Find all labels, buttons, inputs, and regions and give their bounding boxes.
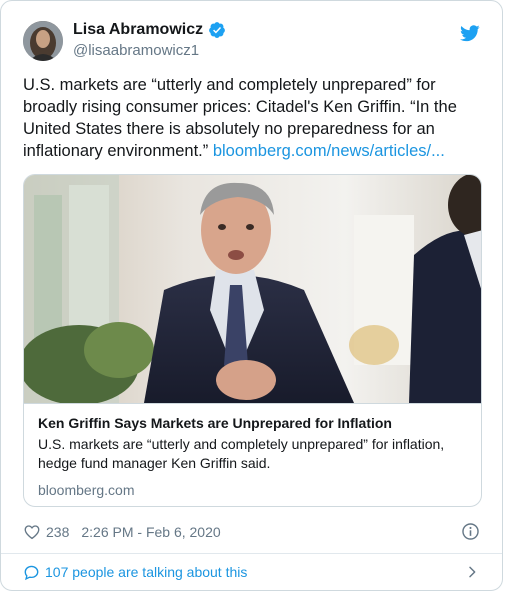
card-image[interactable] [24,175,482,403]
card-domain: bloomberg.com [38,482,135,498]
speech-bubble-icon [24,565,39,580]
info-icon[interactable] [461,522,480,541]
link-card[interactable]: Ken Griffin Says Markets are Unprepared … [23,174,482,507]
card-title[interactable]: Ken Griffin Says Markets are Unprepared … [38,415,467,431]
card-description: U.S. markets are “utterly and completely… [38,436,445,471]
tweet-header: Lisa Abramowicz @lisaabramowicz1 [23,17,480,65]
twitter-bird-icon[interactable] [460,23,480,43]
conversation-link[interactable]: 107 people are talking about this [23,561,480,583]
verified-badge-icon [209,22,225,38]
like-count[interactable]: 238 [46,524,69,540]
author-display-name-row[interactable]: Lisa Abramowicz [73,21,226,39]
card-body: Ken Griffin Says Markets are Unprepared … [24,403,481,506]
author-handle[interactable]: @lisaabramowicz1 [73,42,226,59]
avatar[interactable] [23,21,63,61]
chevron-right-icon[interactable] [464,564,480,580]
divider [1,553,502,554]
tweet-timestamp[interactable]: 2:26 PM - Feb 6, 2020 [81,524,220,540]
author-names: Lisa Abramowicz @lisaabramowicz1 [73,21,226,59]
heart-icon[interactable] [23,523,41,541]
tweet-meta: 238 2:26 PM - Feb 6, 2020 [23,521,480,543]
tweet-link[interactable]: bloomberg.com/news/articles/... [213,142,445,160]
tweet-embed: Lisa Abramowicz @lisaabramowicz1 U.S. ma… [0,0,503,591]
author-display-name[interactable]: Lisa Abramowicz [73,21,203,39]
tweet-text: U.S. markets are “utterly and completely… [23,74,482,162]
conversation-text[interactable]: 107 people are talking about this [45,564,247,580]
